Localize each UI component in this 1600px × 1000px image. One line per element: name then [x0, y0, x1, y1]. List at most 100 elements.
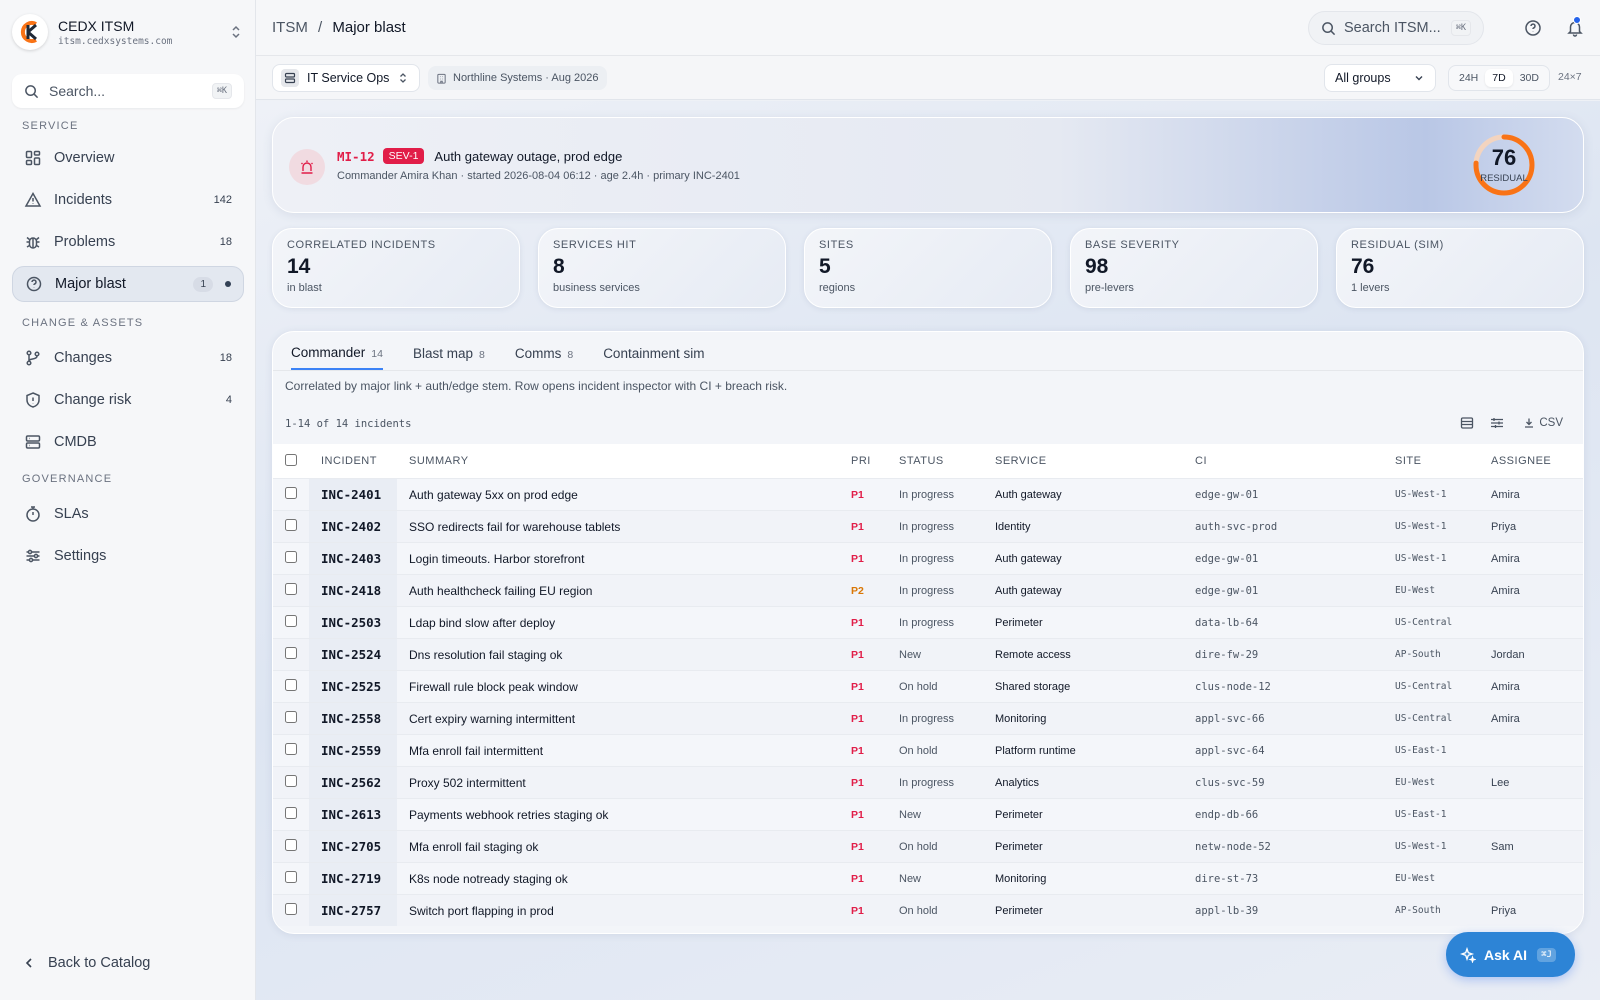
- row-checkbox[interactable]: [285, 551, 297, 563]
- assignee-name: Amira: [1491, 552, 1520, 565]
- group-filter-select[interactable]: All groups: [1324, 64, 1436, 92]
- incident-id[interactable]: INC-2562: [309, 767, 397, 798]
- tab-comms[interactable]: Comms 8: [515, 346, 573, 369]
- column-header-site[interactable]: SITE: [1395, 455, 1491, 467]
- range-30d[interactable]: 30D: [1513, 69, 1546, 87]
- site-name: AP-South: [1395, 905, 1441, 916]
- sidebar-item-cmdb[interactable]: CMDB: [12, 424, 244, 460]
- row-checkbox[interactable]: [285, 775, 297, 787]
- incident-id[interactable]: INC-2401: [309, 479, 397, 510]
- siren-icon: [289, 149, 325, 185]
- table-row[interactable]: INC-2559 Mfa enroll fail intermittent P1 On…: [273, 734, 1583, 766]
- incident-id[interactable]: INC-2559: [309, 735, 397, 766]
- incident-id[interactable]: INC-2403: [309, 543, 397, 574]
- incident-id[interactable]: INC-2757: [309, 895, 397, 926]
- incident-id[interactable]: INC-2418: [309, 575, 397, 606]
- ask-ai-button[interactable]: Ask AI ⌘J: [1446, 932, 1575, 977]
- range-24h[interactable]: 24H: [1452, 69, 1485, 87]
- row-checkbox[interactable]: [285, 839, 297, 851]
- workspace-switcher[interactable]: CEDX ITSM itsm.cedxsystems.com: [12, 12, 244, 52]
- table-row[interactable]: INC-2562 Proxy 502 intermittent P1 In progr…: [273, 766, 1583, 798]
- help-icon[interactable]: [1524, 19, 1542, 37]
- breadcrumb-root[interactable]: ITSM: [272, 19, 308, 36]
- range-7d[interactable]: 7D: [1485, 69, 1513, 87]
- row-checkbox[interactable]: [285, 711, 297, 723]
- table-row[interactable]: INC-2613 Payments webhook retries staging…: [273, 798, 1583, 830]
- sidebar-item-settings[interactable]: Settings: [12, 538, 244, 574]
- table-row[interactable]: INC-2705 Mfa enroll fail staging ok P1 On h…: [273, 830, 1583, 862]
- sidebar-item-change-risk[interactable]: Change risk 4: [12, 382, 244, 418]
- row-checkbox[interactable]: [285, 871, 297, 883]
- row-checkbox[interactable]: [285, 903, 297, 915]
- workspace-select[interactable]: IT Service Ops: [272, 64, 421, 92]
- row-checkbox[interactable]: [285, 487, 297, 499]
- back-to-catalog-link[interactable]: Back to Catalog: [22, 955, 150, 971]
- incident-id[interactable]: INC-2402: [309, 511, 397, 542]
- table-row[interactable]: INC-2402 SSO redirects fail for warehouse…: [273, 510, 1583, 542]
- ci-name: endp-db-66: [1195, 808, 1259, 821]
- incident-id[interactable]: INC-2503: [309, 607, 397, 638]
- table-row[interactable]: INC-2719 K8s node notready staging ok P1 Ne…: [273, 862, 1583, 894]
- tab-blast-map[interactable]: Blast map 8: [413, 346, 485, 369]
- row-checkbox[interactable]: [285, 743, 297, 755]
- sidebar-item-problems[interactable]: Problems 18: [12, 224, 244, 260]
- incident-id[interactable]: INC-2613: [309, 799, 397, 830]
- sidebar-search[interactable]: Search... ⌘K: [12, 74, 244, 108]
- incident-summary: Proxy 502 intermittent: [409, 775, 526, 790]
- brand-name: CEDX ITSM: [58, 17, 135, 34]
- table-row[interactable]: INC-2558 Cert expiry warning intermittent…: [273, 702, 1583, 734]
- incident-id[interactable]: INC-2524: [309, 639, 397, 670]
- ci-name: appl-svc-66: [1195, 712, 1265, 725]
- sidebar: CEDX ITSM itsm.cedxsystems.com Search...…: [0, 0, 256, 1000]
- sidebar-item-incidents[interactable]: Incidents 142: [12, 182, 244, 218]
- sliders-icon: [26, 549, 40, 563]
- table-row[interactable]: INC-2524 Dns resolution fail staging ok P1…: [273, 638, 1583, 670]
- row-checkbox[interactable]: [285, 679, 297, 691]
- column-header-service[interactable]: SERVICE: [995, 455, 1195, 467]
- sidebar-item-label: Settings: [54, 548, 107, 564]
- select-all-checkbox[interactable]: [285, 453, 297, 466]
- kpi-card-services: SERVICES HIT 8 business services: [538, 228, 786, 308]
- global-search[interactable]: Search ITSM... ⌘K: [1308, 11, 1484, 45]
- tab-containment-sim[interactable]: Containment sim: [603, 346, 704, 369]
- status-text: On hold: [899, 840, 938, 853]
- table-row[interactable]: INC-2525 Firewall rule block peak window P…: [273, 670, 1583, 702]
- row-checkbox[interactable]: [285, 615, 297, 627]
- table-row[interactable]: INC-2401 Auth gateway 5xx on prod edge P1 I…: [273, 478, 1583, 510]
- kpi-sub: pre-levers: [1085, 282, 1134, 294]
- kpi-value: 98: [1085, 255, 1109, 278]
- global-search-placeholder: Search ITSM...: [1344, 20, 1441, 36]
- table-density-icon[interactable]: [1459, 415, 1475, 431]
- column-header-ci[interactable]: CI: [1195, 455, 1395, 467]
- column-header-incident[interactable]: INCIDENT: [309, 444, 397, 478]
- column-settings-icon[interactable]: [1489, 415, 1505, 431]
- sidebar-item-slas[interactable]: SLAs: [12, 496, 244, 532]
- table-row[interactable]: INC-2757 Switch port flapping in prod P1 On…: [273, 894, 1583, 926]
- sidebar-item-overview[interactable]: Overview: [12, 140, 244, 176]
- table-row[interactable]: INC-2418 Auth healthcheck failing EU regi…: [273, 574, 1583, 606]
- column-header-status[interactable]: STATUS: [899, 455, 995, 467]
- column-header-summary[interactable]: SUMMARY: [397, 455, 851, 467]
- row-checkbox[interactable]: [285, 519, 297, 531]
- status-text: In progress: [899, 584, 955, 597]
- incident-id[interactable]: INC-2705: [309, 831, 397, 862]
- incident-id[interactable]: INC-2719: [309, 863, 397, 894]
- export-csv-button[interactable]: CSV: [1523, 417, 1563, 429]
- kpi-sub: business services: [553, 282, 640, 294]
- row-checkbox[interactable]: [285, 807, 297, 819]
- incident-id[interactable]: INC-2525: [309, 671, 397, 702]
- panel-description: Correlated by major link + auth/edge ste…: [285, 379, 788, 393]
- row-checkbox[interactable]: [285, 647, 297, 659]
- shortcut-hint: ⌘K: [211, 83, 232, 99]
- table-row[interactable]: INC-2403 Login timeouts. Harbor storefron…: [273, 542, 1583, 574]
- help-circle-icon: [26, 276, 42, 292]
- row-checkbox[interactable]: [285, 583, 297, 595]
- column-header-assignee[interactable]: ASSIGNEE: [1491, 455, 1581, 467]
- sidebar-item-changes[interactable]: Changes 18: [12, 340, 244, 376]
- sidebar-item-label: Change risk: [54, 392, 132, 408]
- incident-id[interactable]: INC-2558: [309, 703, 397, 734]
- tab-commander[interactable]: Commander 14: [291, 345, 383, 370]
- sidebar-item-major-blast[interactable]: Major blast 1: [12, 266, 244, 302]
- table-row[interactable]: INC-2503 Ldap bind slow after deploy P1 In …: [273, 606, 1583, 638]
- column-header-pri[interactable]: PRI: [851, 455, 899, 467]
